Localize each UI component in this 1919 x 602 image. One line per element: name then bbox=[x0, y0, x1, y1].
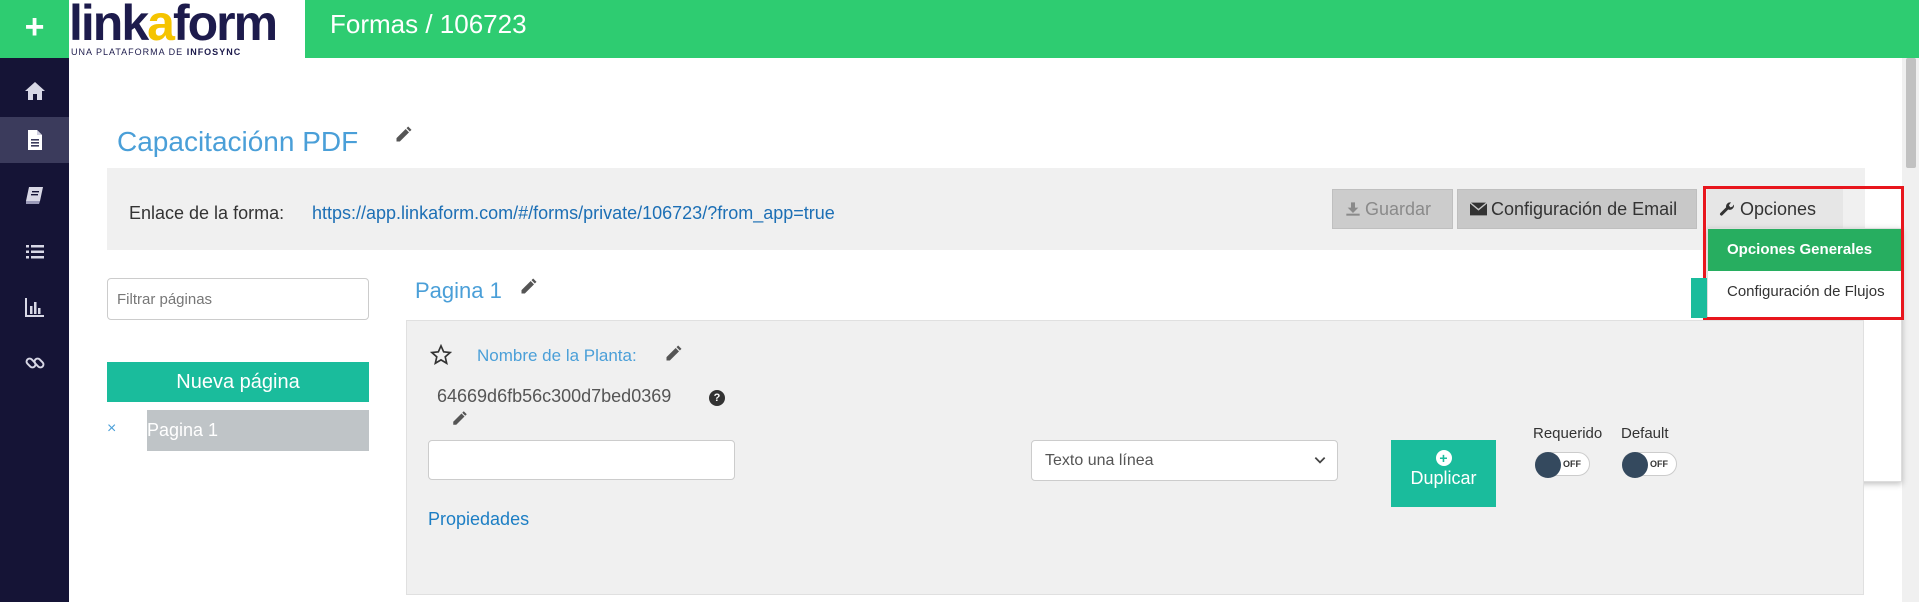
home-icon bbox=[24, 82, 45, 100]
save-label: Guardar bbox=[1365, 198, 1432, 219]
bar-chart-icon bbox=[24, 298, 44, 317]
app-root: + linkaform UNA PLATAFORMA DE INFOSYNC F… bbox=[0, 0, 1919, 602]
field-type-value: Texto una línea bbox=[1045, 452, 1154, 469]
default-label: Default bbox=[1621, 425, 1669, 442]
sidebar-item-records[interactable] bbox=[0, 229, 69, 275]
plus-circle-icon: + bbox=[1435, 450, 1452, 466]
sidebar: + bbox=[0, 0, 69, 602]
default-toggle[interactable]: OFF bbox=[1622, 452, 1677, 478]
properties-link[interactable]: Propiedades bbox=[428, 509, 529, 530]
filter-pages-input[interactable] bbox=[107, 278, 369, 320]
book-icon bbox=[25, 187, 43, 204]
logo-tagline: UNA PLATAFORMA DE INFOSYNC bbox=[71, 47, 242, 57]
form-link-bar: Enlace de la forma: https://app.linkafor… bbox=[107, 168, 1865, 250]
page-list-item[interactable]: Pagina 1 bbox=[147, 410, 369, 451]
edit-page-pencil-icon[interactable] bbox=[519, 276, 539, 296]
form-link-url[interactable]: https://app.linkaform.com/#/forms/privat… bbox=[312, 203, 835, 224]
required-label: Requerido bbox=[1533, 425, 1603, 442]
edit-label-pencil-icon[interactable] bbox=[664, 343, 684, 363]
email-config-button[interactable]: Configuración de Email bbox=[1457, 189, 1697, 229]
field-id: 64669d6fb56c300d7bed0369 bbox=[437, 386, 672, 406]
edit-id-pencil-icon[interactable] bbox=[451, 409, 469, 427]
envelope-icon bbox=[1470, 202, 1487, 216]
toggle-state: OFF bbox=[1650, 459, 1668, 469]
link-icon bbox=[25, 357, 44, 369]
sidebar-item-reports[interactable] bbox=[0, 284, 69, 330]
chevron-down-icon bbox=[1314, 457, 1326, 464]
star-icon[interactable] bbox=[430, 344, 452, 366]
logo-wordmark: linkaform bbox=[69, 0, 278, 51]
logo[interactable]: linkaform UNA PLATAFORMA DE INFOSYNC bbox=[69, 0, 305, 58]
add-field-button[interactable] bbox=[1691, 278, 1707, 318]
highlight-box bbox=[1703, 186, 1904, 320]
duplicate-button[interactable]: + Duplicar bbox=[1391, 440, 1496, 507]
save-button[interactable]: Guardar bbox=[1332, 189, 1453, 229]
document-icon bbox=[27, 130, 42, 150]
toggle-knob bbox=[1535, 452, 1561, 478]
duplicate-label: Duplicar bbox=[1410, 468, 1477, 488]
form-title: Capacitaciónn PDF bbox=[117, 126, 359, 157]
download-icon bbox=[1346, 202, 1360, 216]
new-page-button[interactable]: Nueva página bbox=[107, 362, 369, 402]
list-icon bbox=[25, 245, 44, 259]
add-button[interactable]: + bbox=[0, 0, 69, 58]
toggle-state: OFF bbox=[1563, 459, 1581, 469]
toggle-knob bbox=[1622, 452, 1648, 478]
email-config-label: Configuración de Email bbox=[1491, 198, 1678, 219]
required-toggle[interactable]: OFF bbox=[1535, 452, 1590, 478]
scrollbar-thumb[interactable] bbox=[1906, 58, 1916, 168]
field-type-select[interactable]: Texto una línea bbox=[1031, 440, 1338, 481]
help-icon[interactable]: ? bbox=[709, 390, 725, 406]
top-bar: linkaform UNA PLATAFORMA DE INFOSYNC For… bbox=[69, 0, 1919, 58]
sidebar-item-forms[interactable] bbox=[0, 117, 69, 163]
sidebar-item-home[interactable] bbox=[0, 68, 69, 114]
edit-title-pencil-icon[interactable] bbox=[394, 124, 414, 144]
field-name-input[interactable] bbox=[428, 440, 735, 480]
form-link-label: Enlace de la forma: bbox=[129, 203, 285, 223]
page-heading: Pagina 1 bbox=[415, 278, 502, 303]
field-label[interactable]: Nombre de la Planta: bbox=[477, 346, 637, 366]
scrollbar[interactable] bbox=[1902, 58, 1919, 602]
remove-page-icon[interactable]: × bbox=[107, 420, 116, 438]
sidebar-item-catalogs[interactable] bbox=[0, 172, 69, 218]
sidebar-item-connections[interactable] bbox=[0, 340, 69, 386]
breadcrumb: Formas / 106723 bbox=[330, 9, 527, 39]
